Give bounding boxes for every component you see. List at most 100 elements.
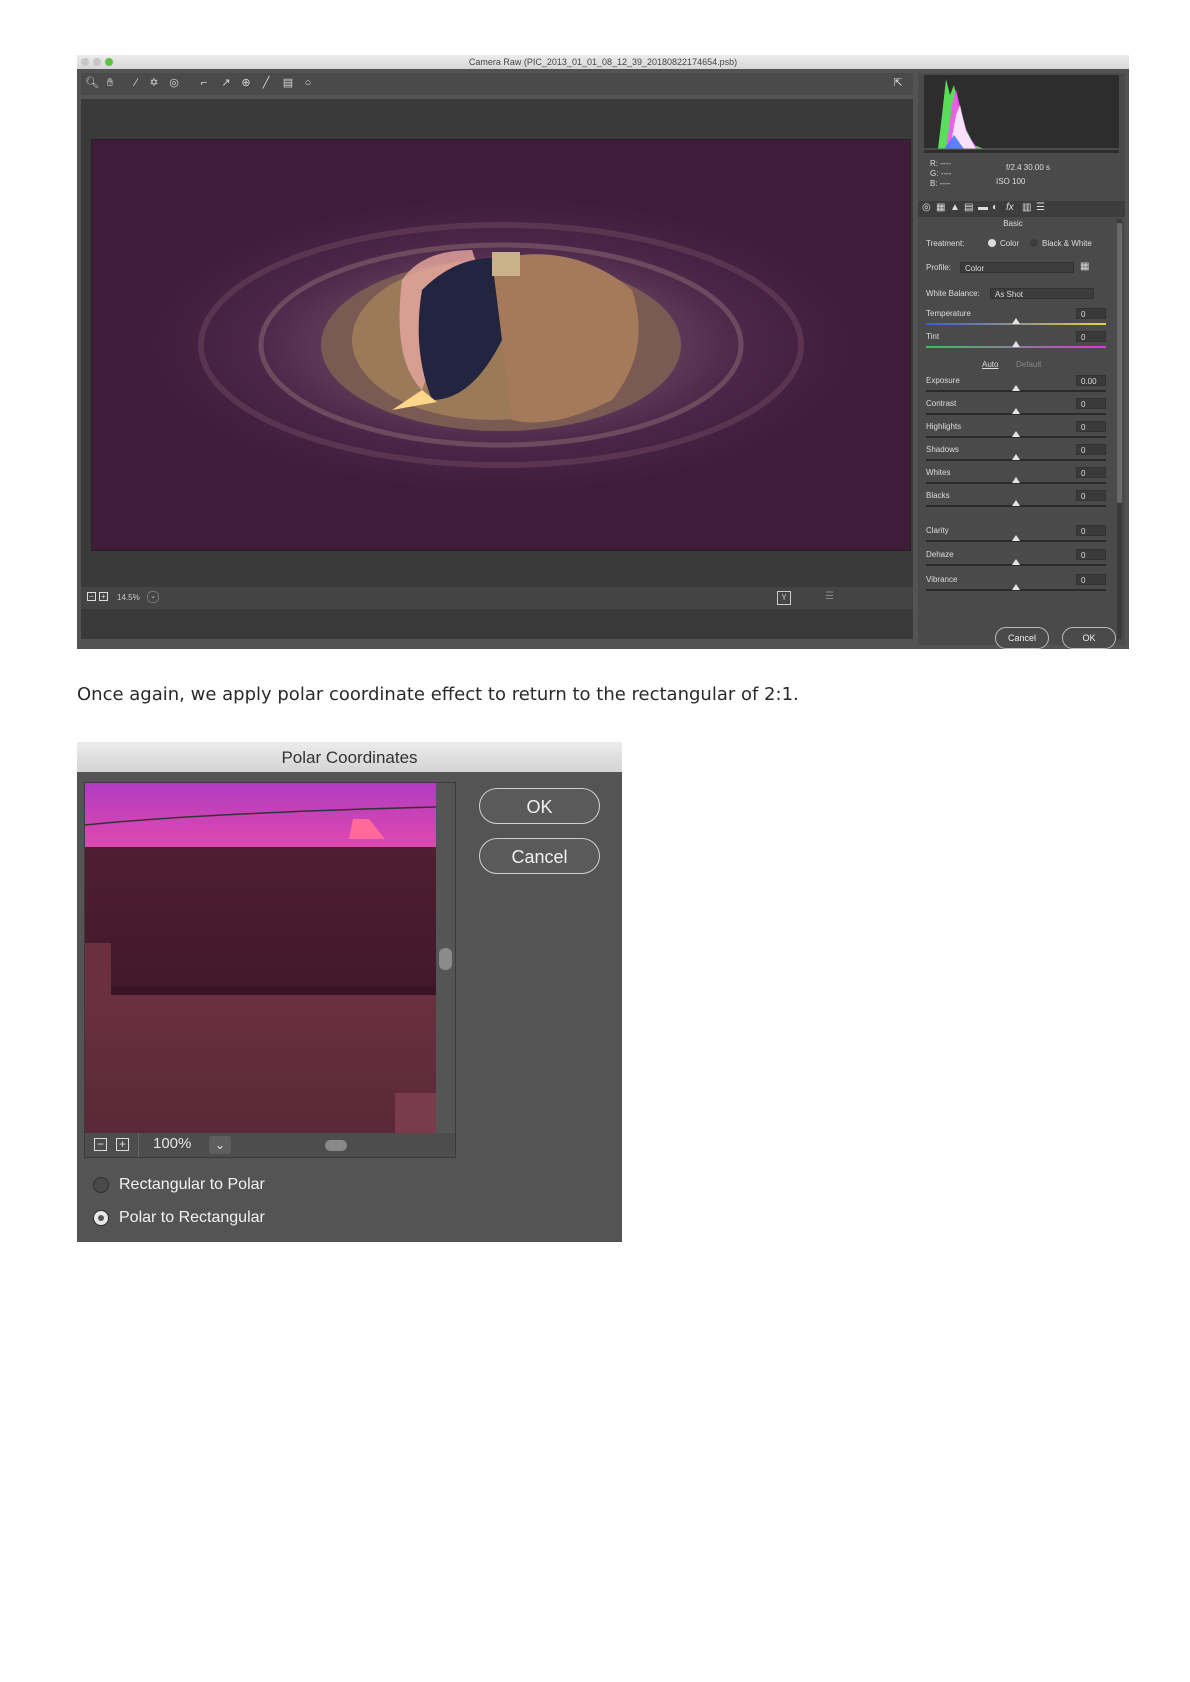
polar-preview-image[interactable] — [85, 783, 436, 1133]
slider-track[interactable] — [926, 505, 1106, 507]
slider-track[interactable] — [926, 482, 1106, 484]
default-link[interactable]: Default — [1016, 360, 1041, 369]
chevron-down-icon[interactable]: ⌄ — [209, 1136, 231, 1154]
slider-thumb[interactable] — [1012, 431, 1020, 437]
camera-raw-cancel-button[interactable]: Cancel — [995, 627, 1049, 649]
slider-value[interactable]: 0 — [1076, 308, 1106, 319]
horizontal-scroll-knob[interactable] — [325, 1140, 347, 1151]
slider-thumb[interactable] — [1012, 535, 1020, 541]
split-toning-tab-icon[interactable]: ▬ — [978, 202, 988, 213]
camera-raw-statusbar: − + 14.5% ⌄ Y ☰ — [81, 587, 913, 609]
slider-thumb[interactable] — [1012, 454, 1020, 460]
zoom-out-icon[interactable]: − — [87, 592, 96, 601]
slider-value[interactable]: 0 — [1076, 574, 1106, 585]
slider-thumb[interactable] — [1012, 500, 1020, 506]
profile-label: Profile: — [926, 263, 951, 272]
blue-readout: B: ---- — [930, 179, 950, 188]
slider-label: Tint — [926, 332, 939, 341]
minimize-window-icon[interactable] — [93, 58, 101, 66]
spot-removal-tool-icon[interactable]: ⊕ — [239, 75, 253, 91]
polar-zoom-level: 100% — [153, 1135, 191, 1152]
radio-rectangular-to-polar[interactable] — [93, 1177, 109, 1193]
slider-track[interactable] — [926, 589, 1106, 591]
auto-link[interactable]: Auto — [982, 360, 998, 369]
treatment-bw-label: Black & White — [1042, 239, 1092, 248]
hsl-tab-icon[interactable]: ▤ — [964, 202, 973, 213]
zoom-in-icon[interactable]: + — [99, 592, 108, 601]
polar-coordinates-dialog: Polar Coordinates — [77, 742, 622, 1242]
crop-tool-icon[interactable]: ⌐ — [197, 75, 211, 91]
slider-track[interactable] — [926, 390, 1106, 392]
slider-track[interactable] — [926, 564, 1106, 566]
slider-thumb[interactable] — [1012, 385, 1020, 391]
zoom-window-icon[interactable] — [105, 58, 113, 66]
adjustment-brush-icon[interactable]: ╱ — [259, 75, 273, 91]
zoom-dropdown-icon[interactable]: ⌄ — [147, 591, 159, 603]
slider-track[interactable] — [926, 346, 1106, 348]
red-readout: R: ---- — [930, 159, 951, 168]
polar-preview-scroll-knob[interactable] — [439, 948, 452, 970]
color-sampler-tool-icon[interactable]: ✡ — [147, 75, 161, 91]
slider-value[interactable]: 0 — [1076, 549, 1106, 560]
body-caption: Once again, we apply polar coordinate ef… — [77, 684, 1117, 705]
slider-thumb[interactable] — [1012, 584, 1020, 590]
slider-value[interactable]: 0 — [1076, 525, 1106, 536]
polar-preview-scrollbar[interactable] — [436, 783, 455, 1133]
slider-value[interactable]: 0 — [1076, 331, 1106, 342]
targeted-adjustment-tool-icon[interactable]: ◎ — [167, 75, 181, 91]
slider-thumb[interactable] — [1012, 477, 1020, 483]
treatment-label: Treatment: — [926, 239, 964, 248]
slider-track[interactable] — [926, 540, 1106, 542]
effects-tab-icon[interactable]: fx — [1006, 202, 1014, 213]
white-balance-dropdown[interactable]: As Shot — [990, 288, 1094, 299]
slider-track[interactable] — [926, 459, 1106, 461]
camera-raw-ok-button[interactable]: OK — [1062, 627, 1116, 649]
slider-track[interactable] — [926, 323, 1106, 325]
slider-thumb[interactable] — [1012, 318, 1020, 324]
zoom-out-icon[interactable]: − — [94, 1138, 107, 1151]
slider-value[interactable]: 0 — [1076, 467, 1106, 478]
polar-preview-box: − + 100% ⌄ — [84, 782, 456, 1158]
treatment-bw-radio[interactable] — [1030, 239, 1038, 247]
presets-tab-icon[interactable]: ☰ — [1036, 202, 1045, 213]
graduated-filter-icon[interactable]: ▤ — [281, 75, 295, 91]
slider-thumb[interactable] — [1012, 559, 1020, 565]
radial-filter-icon[interactable]: ○ — [301, 75, 315, 91]
profile-browser-icon[interactable]: ▦ — [1080, 261, 1089, 272]
slider-value[interactable]: 0 — [1076, 444, 1106, 455]
before-after-icon[interactable]: Y — [777, 591, 791, 605]
slider-track[interactable] — [926, 436, 1106, 438]
settings-menu-icon[interactable]: ☰ — [825, 591, 837, 603]
close-window-icon[interactable] — [81, 58, 89, 66]
slider-label: Exposure — [926, 376, 960, 385]
detail-tab-icon[interactable]: ▲ — [950, 202, 960, 213]
tone-curve-tab-icon[interactable]: ▦ — [936, 202, 945, 213]
polar-cancel-button[interactable]: Cancel — [479, 838, 600, 874]
straighten-tool-icon[interactable]: ↗ — [219, 75, 233, 91]
camera-raw-titlebar: Camera Raw (PIC_2013_01_01_08_12_39_2018… — [77, 55, 1129, 69]
treatment-color-radio[interactable] — [988, 239, 996, 247]
profile-dropdown[interactable]: Color — [960, 262, 1074, 273]
option-label: Rectangular to Polar — [119, 1176, 265, 1194]
panel-scrollbar[interactable] — [1117, 219, 1122, 639]
green-readout: G: ---- — [930, 169, 951, 178]
zoom-tool-icon[interactable]: 🔍︎ — [85, 75, 99, 91]
slider-thumb[interactable] — [1012, 408, 1020, 414]
slider-value[interactable]: 0.00 — [1076, 375, 1106, 386]
slider-track[interactable] — [926, 413, 1106, 415]
radio-polar-to-rectangular[interactable] — [93, 1210, 109, 1226]
white-balance-tool-icon[interactable]: ∕ — [129, 75, 143, 91]
export-icon[interactable]: ⇱ — [891, 75, 905, 91]
panel-scrollbar-grip[interactable] — [1117, 223, 1122, 503]
zoom-in-icon[interactable]: + — [116, 1138, 129, 1151]
polar-ok-button[interactable]: OK — [479, 788, 600, 824]
slider-value[interactable]: 0 — [1076, 490, 1106, 501]
slider-value[interactable]: 0 — [1076, 398, 1106, 409]
slider-value[interactable]: 0 — [1076, 421, 1106, 432]
slider-thumb[interactable] — [1012, 341, 1020, 347]
basic-tab-icon[interactable]: ◎ — [922, 202, 931, 213]
lens-tab-icon[interactable]: ◐ — [992, 202, 998, 213]
calibration-tab-icon[interactable]: ▥ — [1022, 202, 1031, 213]
hand-tool-icon[interactable]: ✋︎ — [103, 75, 117, 91]
polar-dialog-title: Polar Coordinates — [77, 742, 622, 772]
